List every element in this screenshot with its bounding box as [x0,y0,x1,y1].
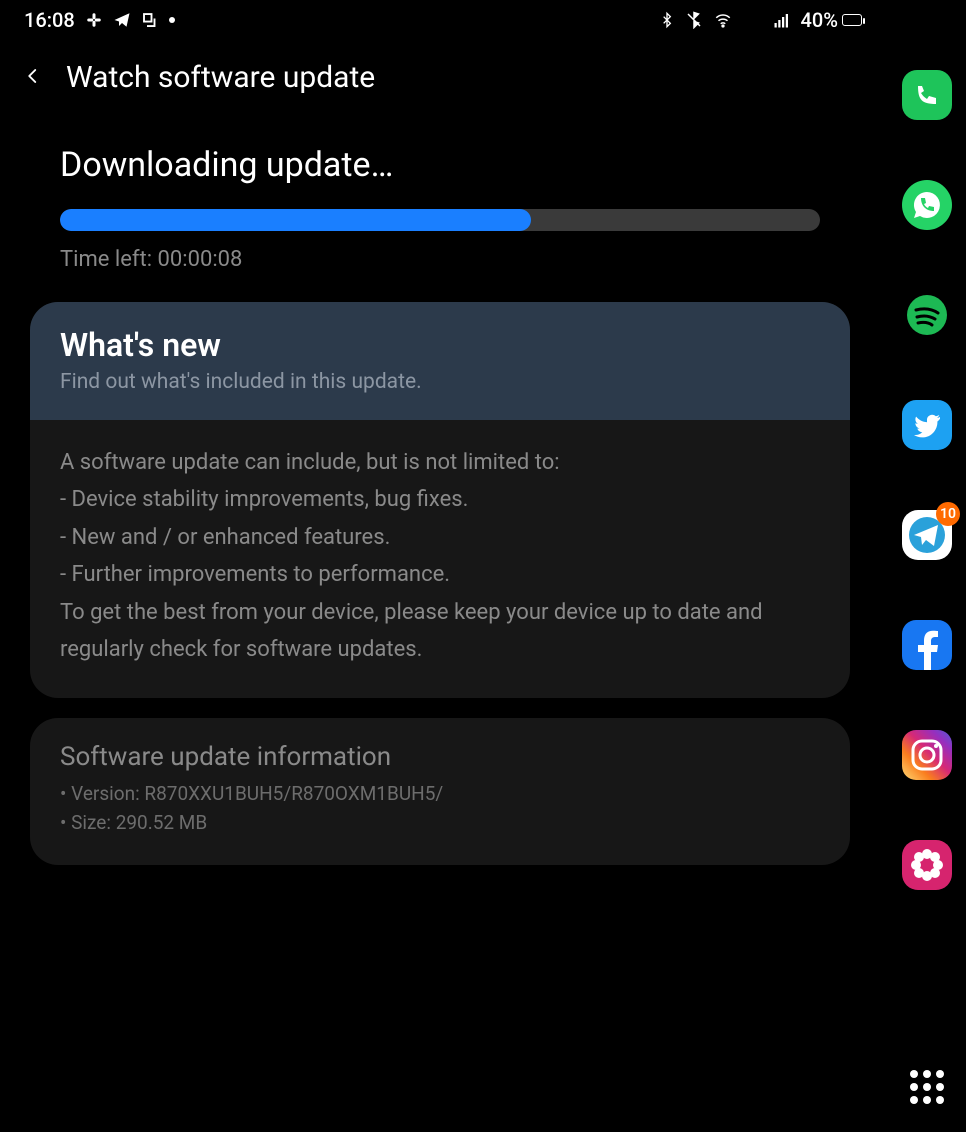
whats-new-bullet: - Device stability improvements, bug fix… [60,481,820,518]
time-left-label: Time left: 00:00:08 [60,247,820,272]
whatsapp-icon[interactable] [902,180,952,230]
whats-new-body: A software update can include, but is no… [30,420,850,698]
more-notifications-dot [169,17,175,23]
all-apps-button[interactable] [910,1070,944,1104]
status-bar: 16:08 [0,0,880,40]
download-heading: Downloading update… [60,145,820,185]
software-version: • Version: R870XXU1BUH5/R870OXM1BUH5/ [60,780,820,809]
whats-new-outro: To get the best from your device, please… [60,594,820,669]
flower-app-icon[interactable] [902,840,952,890]
twitter-icon[interactable] [902,400,952,450]
software-info-card: Software update information • Version: R… [30,718,850,865]
whats-new-subtitle: Find out what's included in this update. [60,370,820,394]
telegram-icon[interactable]: 10 [902,510,952,560]
software-size: • Size: 290.52 MB [60,809,820,838]
clock: 16:08 [24,8,75,32]
signal-icon [773,11,791,29]
slack-icon [85,11,103,29]
software-info-title: Software update information [60,742,820,772]
whats-new-intro: A software update can include, but is no… [60,444,820,481]
whats-new-title: What's new [60,326,820,364]
battery-icon [842,14,862,26]
whats-new-bullet: - New and / or enhanced features. [60,519,820,556]
instagram-icon[interactable] [902,730,952,780]
progress-bar [60,209,820,231]
spotify-icon[interactable] [902,290,952,340]
page-title: Watch software update [66,60,375,95]
whats-new-card[interactable]: What's new Find out what's included in t… [30,302,850,698]
battery-pct: 40% [801,8,838,32]
telegram-status-icon [113,11,131,29]
bluetooth-icon [659,11,675,29]
edge-panel[interactable]: 10 [888,0,966,1132]
app-status-icon [141,11,159,29]
back-button[interactable] [24,62,42,94]
facebook-icon[interactable] [902,620,952,670]
wifi-icon [713,11,733,29]
whats-new-bullet: - Further improvements to performance. [60,556,820,593]
mute-icon [685,11,703,29]
progress-fill [60,209,531,231]
phone-app-icon[interactable] [902,70,952,120]
telegram-badge: 10 [936,502,960,526]
